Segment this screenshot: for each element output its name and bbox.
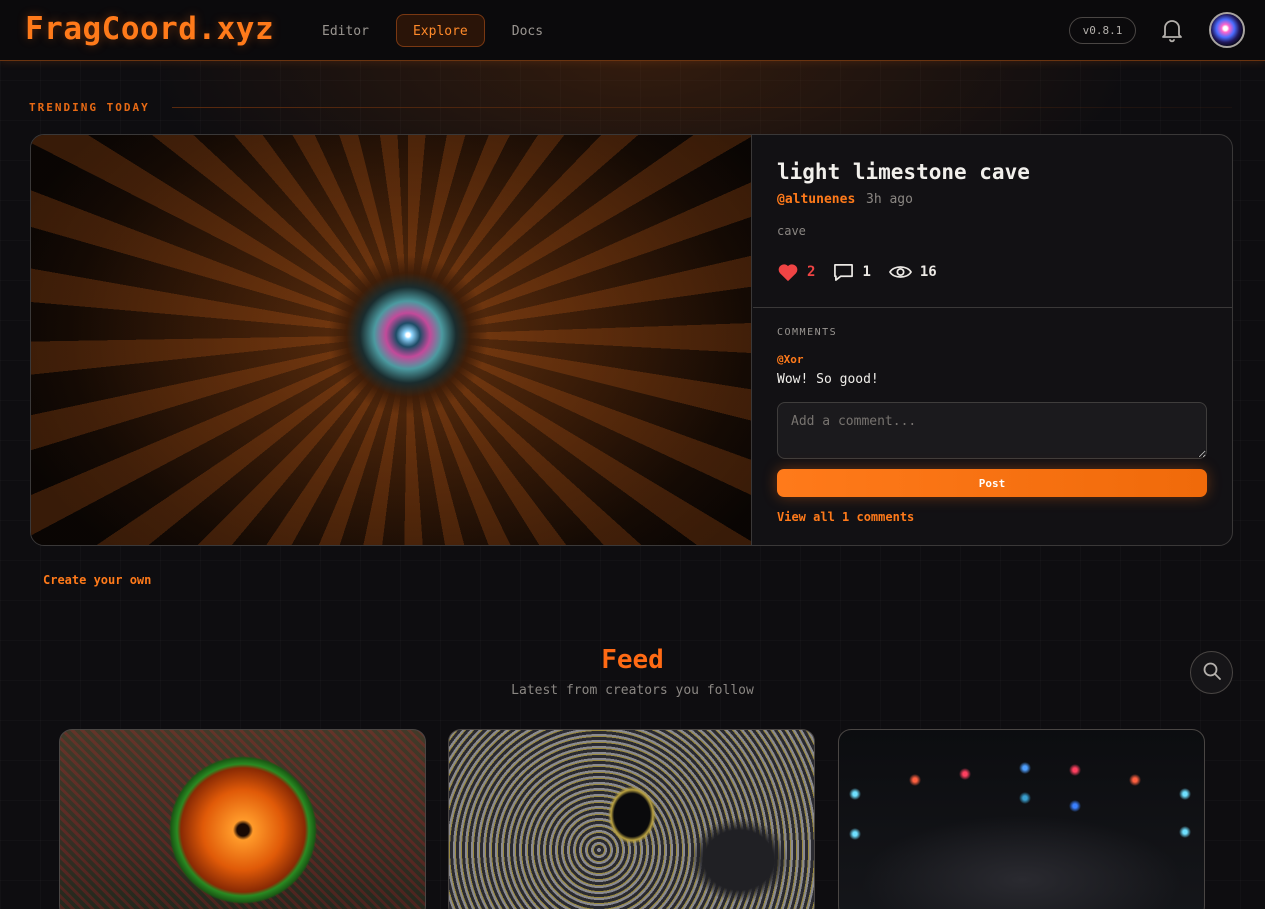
- trending-label: TRENDING TODAY: [29, 101, 150, 114]
- bell-icon[interactable]: [1160, 17, 1184, 43]
- nav-explore[interactable]: Explore: [395, 14, 485, 47]
- like-count: 2: [807, 264, 816, 280]
- nav-editor[interactable]: Editor: [305, 14, 386, 47]
- author-link[interactable]: @altunenes: [777, 192, 855, 207]
- comment-input[interactable]: [777, 402, 1207, 459]
- search-button[interactable]: [1190, 651, 1233, 694]
- view-all-comments-link[interactable]: View all 1 comments: [777, 510, 914, 524]
- comment-icon: [833, 262, 854, 282]
- section-divider: [172, 107, 1232, 108]
- create-your-own-link[interactable]: Create your own: [43, 573, 151, 587]
- main-nav: Editor Explore Docs: [305, 14, 560, 47]
- version-badge: v0.8.1: [1069, 17, 1136, 44]
- site-logo[interactable]: FragCoord.xyz: [25, 11, 274, 47]
- feed-card-shader[interactable]: [59, 729, 426, 909]
- shader-title[interactable]: light limestone cave: [777, 160, 1030, 184]
- shader-tag: cave: [777, 224, 806, 238]
- view-count: 16: [919, 264, 937, 280]
- comment-author[interactable]: @Xor: [777, 353, 804, 366]
- like-button[interactable]: 2: [777, 262, 815, 282]
- feed-card-shader[interactable]: [448, 729, 815, 909]
- shader-stats: 2 1 16: [777, 262, 937, 282]
- views-stat: 16: [888, 263, 937, 281]
- post-time: 3h ago: [866, 192, 913, 207]
- comments-button[interactable]: 1: [833, 262, 871, 282]
- heart-icon: [777, 262, 799, 282]
- feed-title: Feed: [601, 645, 664, 675]
- comments-heading: COMMENTS: [777, 327, 838, 338]
- details-divider: [753, 307, 1232, 308]
- search-icon: [1202, 661, 1222, 685]
- post-comment-button[interactable]: Post: [777, 469, 1207, 497]
- feed-card-shader[interactable]: [838, 729, 1205, 909]
- comment-count: 1: [862, 264, 871, 280]
- feed-subtitle: Latest from creators you follow: [511, 683, 754, 698]
- eye-icon: [888, 263, 912, 281]
- comment-text: Wow! So good!: [777, 372, 879, 387]
- trending-card: light limestone cave @altunenes 3h ago c…: [30, 134, 1233, 546]
- trending-details: light limestone cave @altunenes 3h ago c…: [753, 135, 1232, 545]
- top-navbar: FragCoord.xyz Editor Explore Docs v0.8.1: [0, 0, 1265, 61]
- user-avatar[interactable]: [1209, 12, 1245, 48]
- nav-docs[interactable]: Docs: [495, 14, 560, 47]
- trending-shader-preview[interactable]: [31, 135, 752, 545]
